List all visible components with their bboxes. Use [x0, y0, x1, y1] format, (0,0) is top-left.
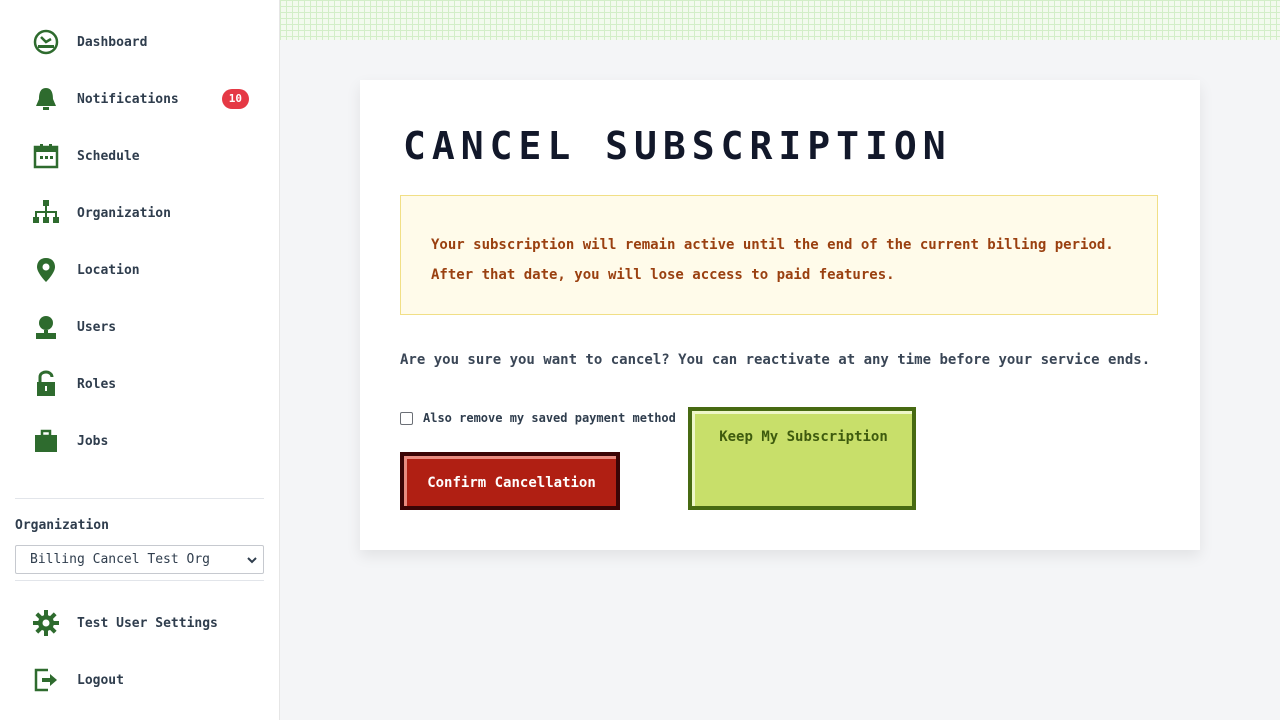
sidebar-item-label: Dashboard [77, 34, 148, 50]
sidebar-item-label: Location [77, 262, 140, 278]
sidebar-item-label: Organization [77, 205, 171, 221]
confirm-cancellation-label: Confirm Cancellation [404, 456, 616, 506]
notification-count-badge: 10 [221, 89, 249, 109]
sidebar-item-logout[interactable]: Logout [30, 660, 260, 700]
sidebar-item-organization[interactable]: Organization [30, 193, 260, 233]
remove-payment-option[interactable]: Also remove my saved payment method [400, 411, 676, 425]
sidebar-item-label: Jobs [77, 433, 109, 449]
sidebar-item-settings[interactable]: Test User Settings [30, 603, 260, 643]
cancel-subscription-card: CANCEL SUBSCRIPTION Your subscription wi… [360, 80, 1200, 550]
dashboard-icon [30, 26, 62, 58]
sidebar-item-users[interactable]: Users [30, 307, 260, 347]
document-icon [30, 482, 62, 493]
billing-warning-notice: Your subscription will remain active unt… [400, 195, 1158, 315]
sidebar-item-location[interactable]: Location [30, 250, 260, 290]
remove-payment-label: Also remove my saved payment method [423, 411, 676, 425]
page-title: CANCEL SUBSCRIPTION [403, 124, 952, 168]
sidebar-divider [15, 580, 264, 581]
sidebar-item-roles[interactable]: Roles [30, 364, 260, 404]
sidebar-item-label: Users [77, 319, 117, 335]
sidebar-item-label: Schedule [77, 148, 140, 164]
bell-icon [30, 83, 62, 115]
sidebar-item-label: Logout [77, 672, 124, 688]
keep-subscription-label: Keep My Subscription [692, 411, 912, 506]
briefcase-icon [30, 425, 62, 457]
location-pin-icon [30, 254, 62, 286]
keep-subscription-button[interactable]: Keep My Subscription [688, 407, 916, 510]
sidebar-item-label: Roles [77, 376, 117, 392]
confirm-cancellation-button[interactable]: Confirm Cancellation [400, 452, 620, 510]
organization-select[interactable]: Billing Cancel Test Org [15, 545, 264, 574]
sidebar-nav: Dashboard Notifications 10 Schedule Orga… [0, 0, 279, 493]
confirmation-question: Are you sure you want to cancel? You can… [400, 352, 1151, 368]
user-icon [30, 311, 62, 343]
chevron-down-icon [247, 554, 257, 570]
sidebar-item-label: Test User Settings [77, 615, 218, 631]
org-chart-icon [30, 197, 62, 229]
org-selected-value: Billing Cancel Test Org [30, 552, 211, 567]
sidebar-item-label: Notifications [77, 91, 179, 107]
sidebar-item-notifications[interactable]: Notifications 10 [30, 79, 260, 119]
remove-payment-checkbox[interactable] [400, 411, 413, 425]
gear-icon [30, 607, 62, 639]
sidebar-item-more[interactable] [30, 478, 260, 493]
sidebar: Dashboard Notifications 10 Schedule Orga… [0, 0, 280, 720]
sidebar-item-jobs[interactable]: Jobs [30, 421, 260, 461]
lock-icon [30, 368, 62, 400]
org-label: Organization [15, 518, 109, 533]
calendar-icon [30, 140, 62, 172]
sidebar-item-dashboard[interactable]: Dashboard [30, 22, 260, 62]
logout-icon [30, 664, 62, 696]
sidebar-divider [15, 498, 264, 499]
sidebar-item-schedule[interactable]: Schedule [30, 136, 260, 176]
decorative-grid-band [280, 0, 1280, 40]
